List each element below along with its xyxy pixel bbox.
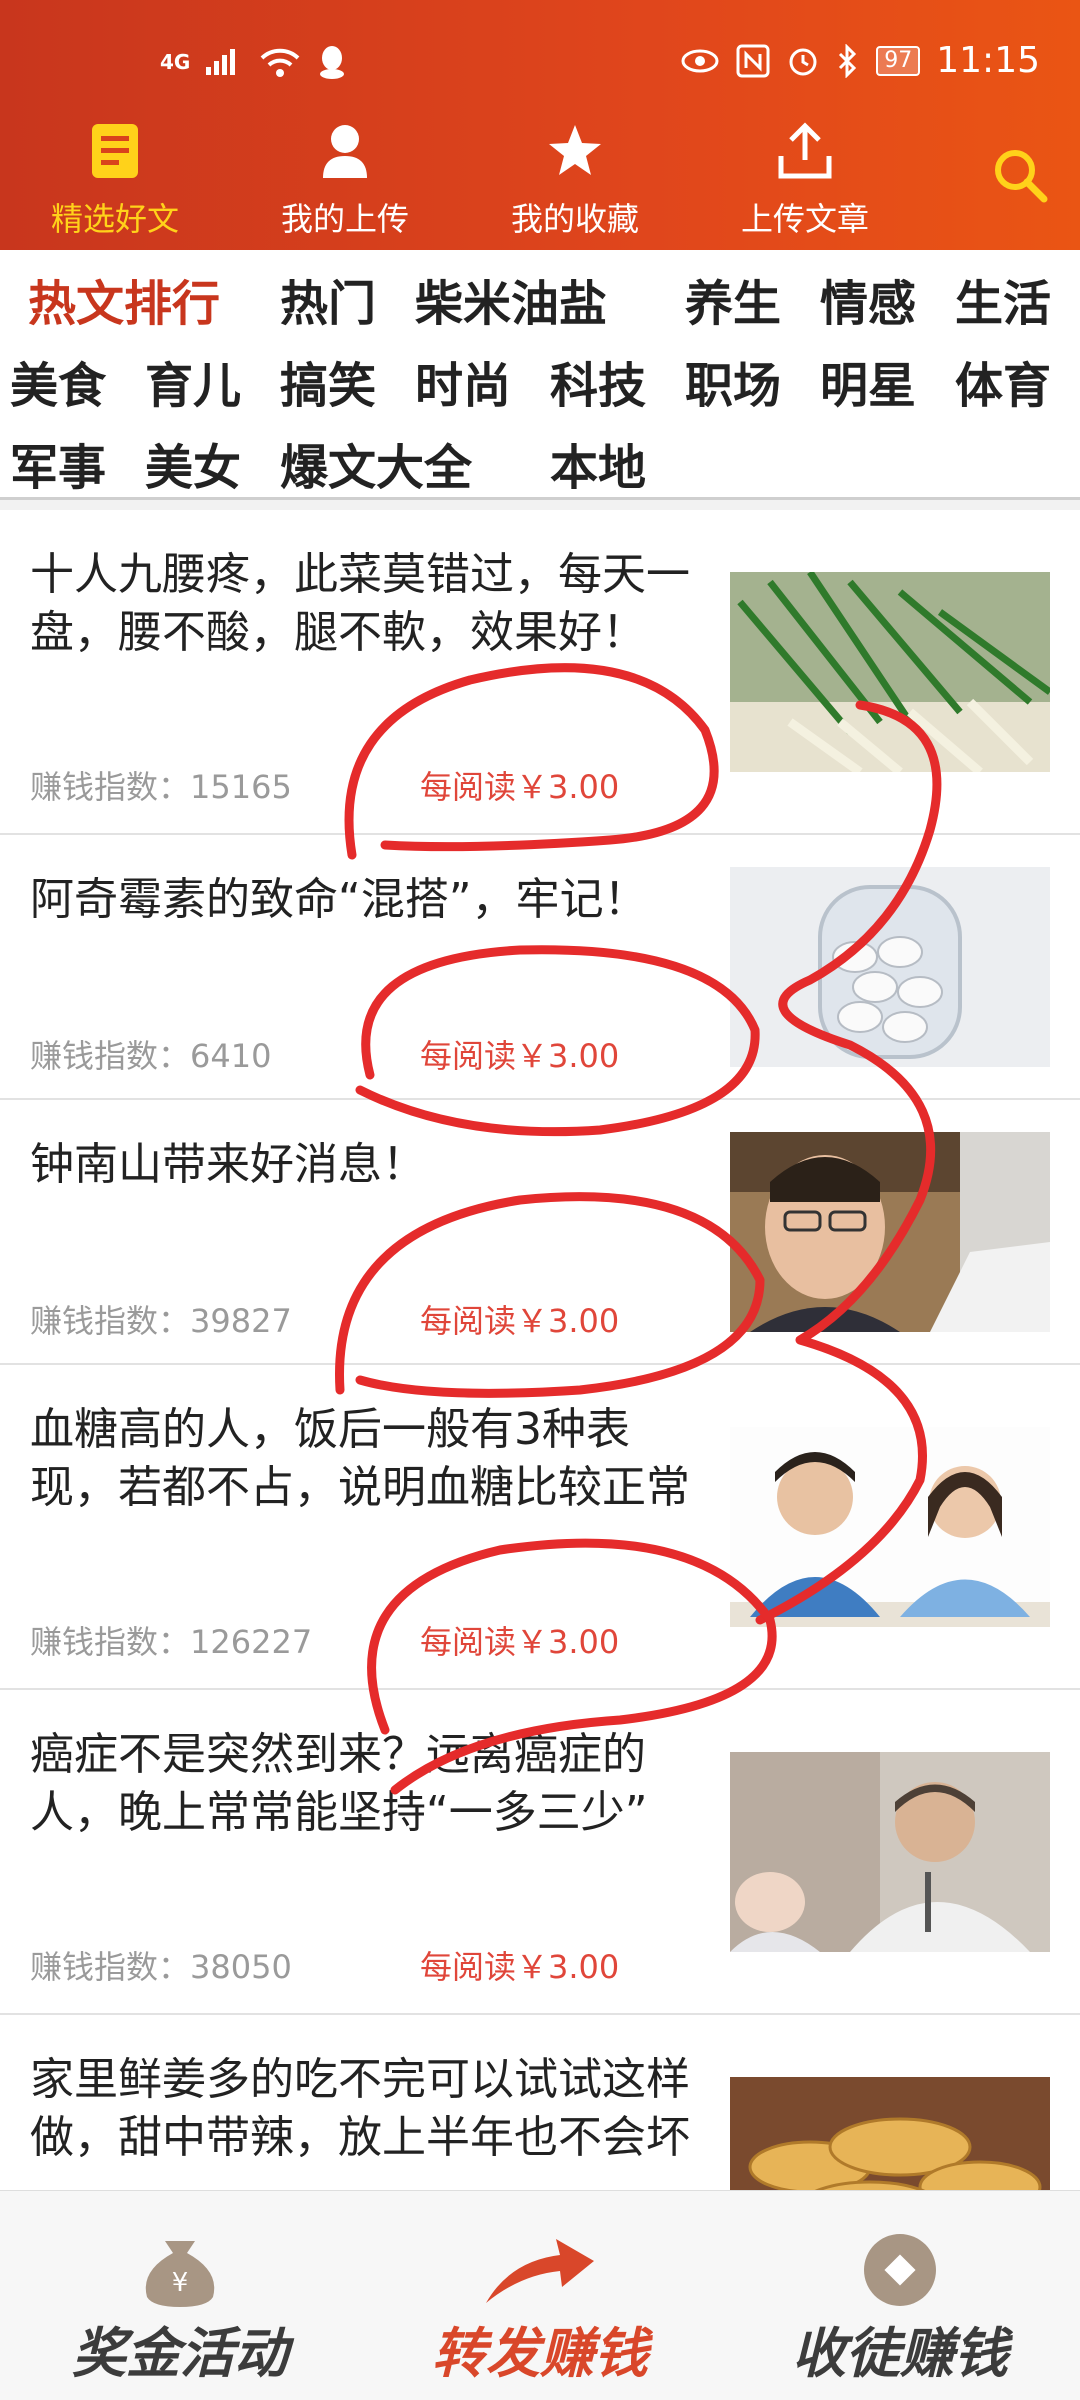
earning-index-value: 15165 bbox=[190, 768, 292, 806]
category-hot-ranking[interactable]: 热文排行 bbox=[28, 264, 220, 334]
recruit-earn-label: 收徒赚钱 bbox=[792, 2322, 1008, 2385]
tab-featured-label: 精选好文 bbox=[50, 200, 179, 238]
earning-index: 赚钱指数：38050 bbox=[30, 1942, 292, 1988]
earning-index-label: 赚钱指数： bbox=[30, 768, 191, 806]
status-bar: 4G 97 11:15 bbox=[0, 36, 1080, 96]
earning-index: 赚钱指数：126227 bbox=[30, 1617, 312, 1663]
svg-text:¥: ¥ bbox=[172, 2268, 189, 2298]
earning-index-value: 126227 bbox=[190, 1623, 313, 1661]
article-title: 十人九腰疼，此菜莫错过，每天一盘，腰不酸，腿不軟，效果好！ bbox=[30, 549, 690, 658]
list-item[interactable]: 血糖高的人，饭后一般有3种表现，若都不占，说明血糖比较正常 赚钱指数：12622… bbox=[0, 1365, 1080, 1690]
wifi-icon bbox=[260, 48, 300, 77]
category-sports[interactable]: 体育 bbox=[955, 346, 1051, 416]
earning-index-value: 39827 bbox=[190, 1302, 292, 1340]
list-item[interactable]: 钟南山带来好消息！ 赚钱指数：39827 每阅读￥3.00 bbox=[0, 1100, 1080, 1365]
earning-index-value: 38050 bbox=[190, 1948, 292, 1986]
share-earn-label: 转发赚钱 bbox=[432, 2322, 648, 2385]
bluetooth-icon bbox=[839, 43, 857, 78]
earning-index: 赚钱指数：6410 bbox=[30, 1031, 271, 1077]
upload-icon bbox=[778, 122, 832, 179]
article-thumbnail bbox=[730, 867, 1050, 1067]
earning-index-label: 赚钱指数： bbox=[30, 1623, 191, 1661]
category-beauty[interactable]: 美女 bbox=[145, 428, 241, 498]
share-arrow-icon bbox=[486, 2239, 594, 2303]
article-title: 血糖高的人，饭后一般有3种表现，若都不占，说明血糖比较正常 bbox=[30, 1404, 690, 1513]
earning-index-label: 赚钱指数： bbox=[30, 1302, 191, 1340]
tab-upload-article[interactable]: 上传文章 bbox=[690, 120, 920, 240]
category-daily-life[interactable]: 柴米油盐 bbox=[415, 264, 607, 334]
category-tech[interactable]: 科技 bbox=[550, 346, 646, 416]
eye-icon bbox=[681, 49, 719, 72]
reward-per-read: 每阅读￥3.00 bbox=[420, 1302, 620, 1340]
earning-index-value: 6410 bbox=[190, 1037, 272, 1075]
app-header: 4G 97 11:15 精选好文 我的上传 我的收藏 上传文章 bbox=[0, 0, 1080, 250]
tab-my-uploads[interactable]: 我的上传 bbox=[230, 120, 460, 240]
network-label: 4G bbox=[160, 50, 191, 74]
category-popular[interactable]: 热门 bbox=[280, 264, 376, 334]
star-icon bbox=[549, 125, 601, 175]
category-viral[interactable]: 爆文大全 bbox=[280, 428, 472, 498]
article-thumbnail bbox=[730, 572, 1050, 772]
clock: 11:15 bbox=[936, 40, 1040, 81]
tab-upload-article-label: 上传文章 bbox=[740, 200, 869, 238]
earning-index: 赚钱指数：15165 bbox=[30, 762, 292, 808]
tab-favorites[interactable]: 我的收藏 bbox=[460, 120, 690, 240]
category-bar: 热文排行 热门 柴米油盐 养生 情感 生活 美食 育儿 搞笑 时尚 科技 职场 … bbox=[0, 250, 1080, 500]
bonus-activity-label: 奖金活动 bbox=[72, 2322, 288, 2385]
earning-index-label: 赚钱指数： bbox=[30, 1037, 191, 1075]
user-icon bbox=[323, 125, 367, 178]
money-bag-icon: ¥ bbox=[145, 2241, 215, 2307]
article-thumbnail bbox=[730, 1132, 1050, 1332]
category-parenting[interactable]: 育儿 bbox=[145, 346, 241, 416]
article-title: 钟南山带来好消息！ bbox=[30, 1139, 426, 1190]
top-navigation: 精选好文 我的上传 我的收藏 上传文章 bbox=[0, 120, 1080, 240]
category-local[interactable]: 本地 bbox=[550, 428, 646, 498]
category-food[interactable]: 美食 bbox=[10, 346, 106, 416]
reward-per-read: 每阅读￥3.00 bbox=[420, 768, 620, 806]
reward-per-read: 每阅读￥3.00 bbox=[420, 1037, 620, 1075]
battery-indicator: 97 bbox=[876, 45, 921, 76]
reward-per-read: 每阅读￥3.00 bbox=[420, 1948, 620, 1986]
bottom-navigation: ¥ 奖金活动 转发赚钱 收徒赚钱 bbox=[0, 2190, 1080, 2400]
alarm-icon bbox=[789, 48, 817, 75]
category-life[interactable]: 生活 bbox=[955, 264, 1051, 334]
article-thumbnail bbox=[730, 1427, 1050, 1627]
article-title: 癌症不是突然到来？远离癌症的人，晚上常常能坚持“一多三少” bbox=[30, 1729, 648, 1838]
tab-my-uploads-label: 我的上传 bbox=[280, 200, 409, 238]
list-item[interactable]: 十人九腰疼，此菜莫错过，每天一盘，腰不酸，腿不軟，效果好！ 赚钱指数：15165… bbox=[0, 510, 1080, 835]
category-funny[interactable]: 搞笑 bbox=[280, 346, 376, 416]
document-icon bbox=[92, 124, 138, 178]
tab-featured[interactable]: 精选好文 bbox=[0, 120, 230, 240]
share-earn-button[interactable]: 转发赚钱 bbox=[360, 2191, 720, 2400]
category-military[interactable]: 军事 bbox=[10, 428, 106, 498]
search-icon[interactable] bbox=[990, 145, 1050, 205]
recruit-earn-button[interactable]: 收徒赚钱 bbox=[720, 2191, 1080, 2400]
category-health[interactable]: 养生 bbox=[685, 264, 781, 334]
signal-icon bbox=[206, 49, 236, 75]
list-item[interactable]: 癌症不是突然到来？远离癌症的人，晚上常常能坚持“一多三少” 赚钱指数：38050… bbox=[0, 1690, 1080, 2015]
category-workplace[interactable]: 职场 bbox=[685, 346, 781, 416]
article-list: 十人九腰疼，此菜莫错过，每天一盘，腰不酸，腿不軟，效果好！ 赚钱指数：15165… bbox=[0, 510, 1080, 2190]
category-fashion[interactable]: 时尚 bbox=[415, 346, 511, 416]
list-item[interactable]: 阿奇霉素的致命“混搭”，牢记！ 赚钱指数：6410 每阅读￥3.00 bbox=[0, 835, 1080, 1100]
reward-per-read: 每阅读￥3.00 bbox=[420, 1623, 620, 1661]
article-thumbnail bbox=[730, 1752, 1050, 1952]
article-thumbnail bbox=[730, 2077, 1050, 2190]
nfc-icon bbox=[736, 44, 770, 77]
category-emotion[interactable]: 情感 bbox=[820, 264, 916, 334]
earning-index-label: 赚钱指数： bbox=[30, 1948, 191, 1986]
bonus-activity-button[interactable]: ¥ 奖金活动 bbox=[0, 2191, 360, 2400]
qq-icon bbox=[320, 46, 345, 79]
category-celebrity[interactable]: 明星 bbox=[820, 346, 916, 416]
list-item[interactable]: 家里鲜姜多的吃不完可以试试这样做，甜中带辣，放上半年也不会坏 bbox=[0, 2015, 1080, 2190]
coin-icon bbox=[864, 2234, 936, 2306]
article-title: 阿奇霉素的致命“混搭”，牢记！ bbox=[30, 874, 648, 925]
article-title: 家里鲜姜多的吃不完可以试试这样做，甜中带辣，放上半年也不会坏 bbox=[30, 2054, 690, 2163]
tab-favorites-label: 我的收藏 bbox=[510, 200, 639, 238]
earning-index: 赚钱指数：39827 bbox=[30, 1296, 292, 1342]
